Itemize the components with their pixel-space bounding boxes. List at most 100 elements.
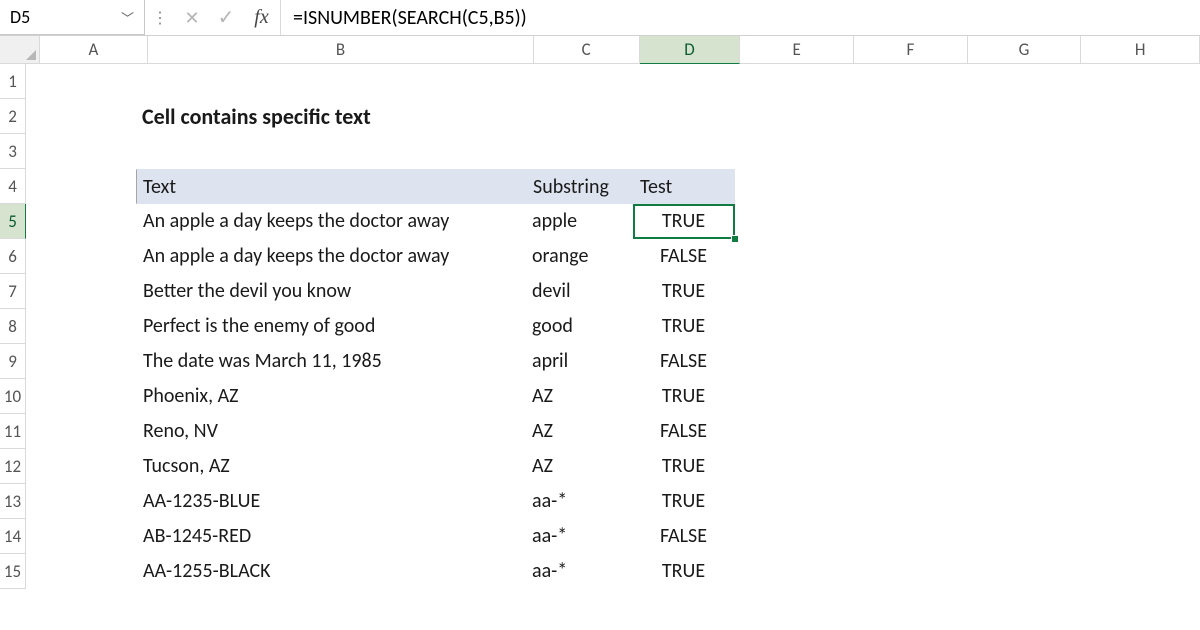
cell[interactable] <box>26 99 136 134</box>
cell[interactable] <box>1080 274 1200 309</box>
cell[interactable] <box>26 134 136 169</box>
cell[interactable] <box>136 134 526 169</box>
table-cell[interactable]: Tucson, AZ <box>136 449 526 484</box>
row-header[interactable]: 15 <box>0 554 26 589</box>
column-header-f[interactable]: F <box>854 36 968 64</box>
table-cell[interactable]: FALSE <box>633 344 735 379</box>
row-header[interactable]: 5 <box>0 204 26 239</box>
cell[interactable] <box>26 554 136 589</box>
cell[interactable] <box>850 449 965 484</box>
chevron-down-icon[interactable]: ﹀ <box>121 8 134 27</box>
row-header[interactable]: 13 <box>0 484 26 519</box>
cell[interactable] <box>26 519 136 554</box>
column-header-a[interactable]: A <box>40 36 149 64</box>
table-cell[interactable]: TRUE <box>633 554 735 589</box>
cell[interactable] <box>850 309 965 344</box>
cell[interactable] <box>965 134 1080 169</box>
page-title[interactable]: Cell contains specific text <box>136 99 526 134</box>
cell[interactable] <box>633 134 735 169</box>
fill-handle[interactable] <box>731 235 739 243</box>
cell[interactable] <box>735 344 850 379</box>
cell[interactable] <box>1080 449 1200 484</box>
table-cell[interactable]: AB-1245-RED <box>136 519 526 554</box>
table-cell[interactable]: orange <box>526 239 633 274</box>
cell[interactable] <box>735 414 850 449</box>
table-cell[interactable]: FALSE <box>633 519 735 554</box>
cell[interactable] <box>850 274 965 309</box>
column-header-h[interactable]: H <box>1081 36 1200 64</box>
cell[interactable] <box>965 484 1080 519</box>
table-cell[interactable]: TRUE <box>633 484 735 519</box>
cell[interactable] <box>735 239 850 274</box>
accept-formula-button[interactable]: ✓ <box>209 0 243 35</box>
cell[interactable] <box>735 519 850 554</box>
cell[interactable] <box>965 274 1080 309</box>
table-cell[interactable]: aa-* <box>526 554 633 589</box>
table-cell[interactable]: An apple a day keeps the doctor away <box>136 204 526 239</box>
row-header[interactable]: 12 <box>0 449 26 484</box>
cell[interactable] <box>26 449 136 484</box>
cell[interactable] <box>1080 239 1200 274</box>
cell[interactable] <box>26 379 136 414</box>
cell[interactable] <box>1080 484 1200 519</box>
table-cell[interactable]: TRUE <box>633 449 735 484</box>
cell[interactable] <box>633 99 735 134</box>
column-header-d[interactable]: D <box>640 36 741 64</box>
row-header[interactable]: 1 <box>0 64 26 99</box>
table-cell[interactable]: Better the devil you know <box>136 274 526 309</box>
cell[interactable] <box>850 414 965 449</box>
table-cell[interactable]: AZ <box>526 449 633 484</box>
cell[interactable] <box>850 134 965 169</box>
row-header[interactable]: 7 <box>0 274 26 309</box>
cell[interactable] <box>850 519 965 554</box>
cell[interactable] <box>735 274 850 309</box>
cell[interactable] <box>735 449 850 484</box>
cell[interactable] <box>1080 169 1200 204</box>
table-cell[interactable]: Phoenix, AZ <box>136 379 526 414</box>
cell[interactable] <box>1080 344 1200 379</box>
table-cell[interactable]: AZ <box>526 414 633 449</box>
cell[interactable] <box>850 204 965 239</box>
cells-area[interactable]: Cell contains specific text Text Substri… <box>26 64 1200 589</box>
row-header[interactable]: 9 <box>0 344 26 379</box>
cell[interactable] <box>1080 204 1200 239</box>
table-cell[interactable]: TRUE <box>633 204 735 239</box>
cell[interactable] <box>965 379 1080 414</box>
table-cell[interactable]: The date was March 11, 1985 <box>136 344 526 379</box>
cell[interactable] <box>965 519 1080 554</box>
cell[interactable] <box>965 554 1080 589</box>
cell[interactable] <box>1080 519 1200 554</box>
cell[interactable] <box>965 169 1080 204</box>
cell[interactable] <box>850 379 965 414</box>
table-cell[interactable]: TRUE <box>633 274 735 309</box>
cell[interactable] <box>26 169 136 204</box>
cell[interactable] <box>1080 379 1200 414</box>
cell[interactable] <box>850 64 965 99</box>
table-cell[interactable]: apple <box>526 204 633 239</box>
cell[interactable] <box>1080 414 1200 449</box>
cell[interactable] <box>735 379 850 414</box>
table-cell[interactable]: Reno, NV <box>136 414 526 449</box>
cell[interactable] <box>1080 134 1200 169</box>
cell[interactable] <box>526 99 633 134</box>
table-cell[interactable]: AZ <box>526 379 633 414</box>
name-box[interactable]: D5 ﹀ <box>0 0 145 35</box>
table-cell[interactable]: good <box>526 309 633 344</box>
cell[interactable] <box>735 484 850 519</box>
row-header[interactable]: 11 <box>0 414 26 449</box>
cell[interactable] <box>735 554 850 589</box>
table-cell[interactable]: An apple a day keeps the doctor away <box>136 239 526 274</box>
table-header-test[interactable]: Test <box>633 169 735 204</box>
cell[interactable] <box>965 309 1080 344</box>
column-header-e[interactable]: E <box>740 36 854 64</box>
table-cell[interactable]: AA-1255-BLACK <box>136 554 526 589</box>
table-cell[interactable]: FALSE <box>633 239 735 274</box>
row-header[interactable]: 8 <box>0 309 26 344</box>
cell[interactable] <box>1080 64 1200 99</box>
table-cell[interactable]: TRUE <box>633 309 735 344</box>
cancel-formula-button[interactable]: ✕ <box>175 0 209 35</box>
cell[interactable] <box>850 344 965 379</box>
table-cell[interactable]: aa-* <box>526 519 633 554</box>
row-header[interactable]: 4 <box>0 169 26 204</box>
cell[interactable] <box>1080 554 1200 589</box>
